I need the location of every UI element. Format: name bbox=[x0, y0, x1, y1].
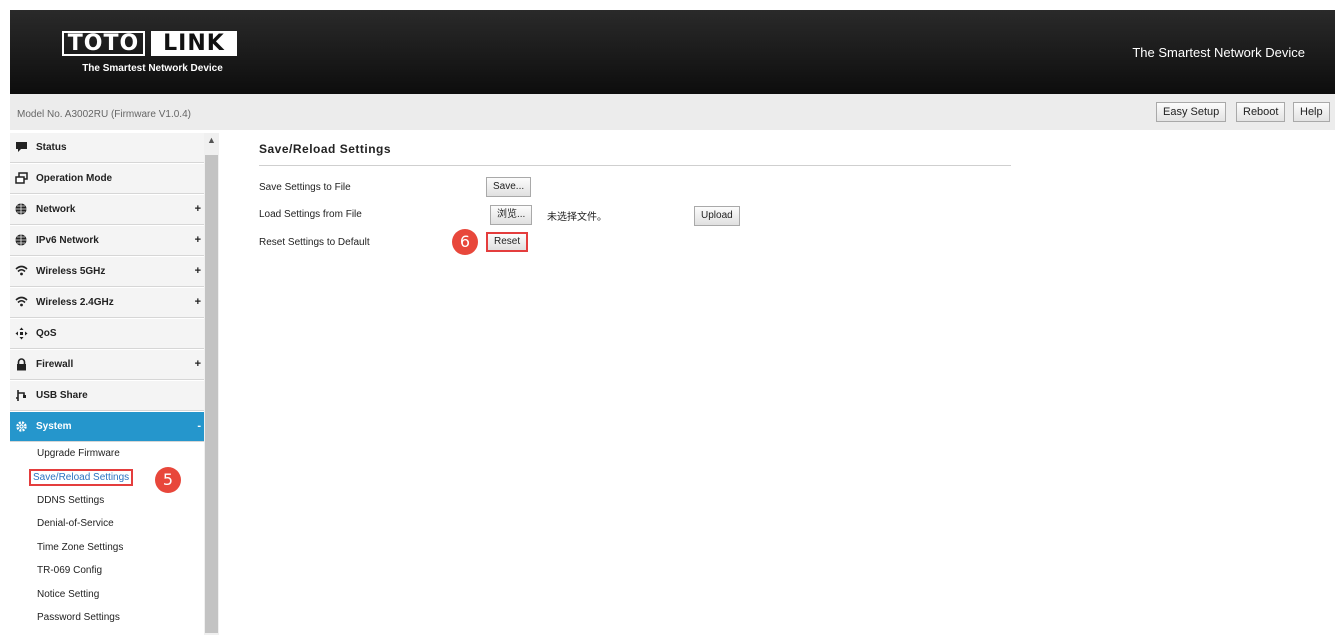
globe-icon bbox=[14, 234, 28, 248]
expand-icon[interactable]: + bbox=[195, 203, 201, 215]
sidebar-item-status[interactable]: Status bbox=[10, 133, 204, 163]
collapse-icon[interactable]: - bbox=[197, 420, 201, 432]
logo-tagline: The Smartest Network Device bbox=[82, 63, 223, 74]
sidebar-item-wireless-24ghz[interactable]: Wireless 2.4GHz + bbox=[10, 288, 204, 318]
sidebar-item-label: Wireless 5GHz bbox=[36, 266, 106, 277]
scroll-up-icon[interactable]: ▲ bbox=[207, 135, 216, 145]
page-title: Save/Reload Settings bbox=[259, 142, 392, 156]
sidebar-item-label: Wireless 2.4GHz bbox=[36, 297, 114, 308]
file-status: 未选择文件。 bbox=[547, 212, 607, 223]
sidebar-item-wireless-5ghz[interactable]: Wireless 5GHz + bbox=[10, 257, 204, 287]
save-button[interactable]: Save... bbox=[486, 177, 532, 197]
sidebar-scrollbar[interactable]: ▲ bbox=[204, 133, 219, 635]
sidebar-item-qos[interactable]: QoS bbox=[10, 319, 204, 349]
title-divider bbox=[259, 165, 1011, 166]
windows-icon bbox=[14, 171, 28, 186]
submenu-denial-of-service[interactable]: Denial-of-Service bbox=[37, 516, 114, 532]
sidebar-item-operation-mode[interactable]: Operation Mode bbox=[10, 164, 204, 194]
sidebar-item-firewall[interactable]: Firewall + bbox=[10, 350, 204, 380]
reset-button[interactable]: Reset bbox=[486, 232, 529, 252]
submenu-tr069-config[interactable]: TR-069 Config bbox=[37, 563, 102, 579]
upload-button[interactable]: Upload bbox=[694, 206, 740, 226]
expand-icon[interactable]: + bbox=[195, 234, 201, 246]
browse-button[interactable]: 浏览... bbox=[490, 205, 533, 225]
submenu-save-reload-settings[interactable]: Save/Reload Settings bbox=[29, 469, 134, 486]
header-slogan: The Smartest Network Device bbox=[1132, 45, 1305, 60]
sidebar-item-label: QoS bbox=[36, 328, 57, 339]
help-button[interactable]: Help bbox=[1293, 102, 1330, 122]
globe-icon bbox=[14, 203, 28, 217]
sidebar-item-system[interactable]: System - bbox=[10, 412, 204, 442]
model-bar: Model No. A3002RU (Firmware V1.0.4) Easy… bbox=[10, 94, 1335, 130]
header-bar: TOTO LINK The Smartest Network Device Th… bbox=[10, 10, 1335, 94]
step-6-badge: 6 bbox=[452, 229, 478, 255]
sidebar-item-ipv6-network[interactable]: IPv6 Network + bbox=[10, 226, 204, 256]
sidebar-item-label: System bbox=[36, 421, 72, 432]
expand-icon[interactable]: + bbox=[195, 265, 201, 277]
gear-icon bbox=[14, 420, 28, 434]
save-settings-label: Save Settings to File bbox=[259, 182, 351, 193]
chat-icon bbox=[14, 141, 28, 155]
reset-settings-label: Reset Settings to Default bbox=[259, 237, 370, 248]
scroll-thumb[interactable] bbox=[205, 155, 218, 633]
usb-icon bbox=[14, 389, 28, 403]
wifi-icon bbox=[14, 296, 28, 310]
model-number: Model No. A3002RU (Firmware V1.0.4) bbox=[17, 109, 191, 120]
sidebar-item-label: Status bbox=[36, 142, 67, 153]
submenu-notice-setting[interactable]: Notice Setting bbox=[37, 587, 99, 603]
sidebar-item-label: Operation Mode bbox=[36, 173, 113, 184]
submenu-ddns-settings[interactable]: DDNS Settings bbox=[37, 493, 104, 509]
sidebar-menu: Status Operation Mode Network + IPv6 Net… bbox=[10, 133, 204, 635]
lock-icon bbox=[14, 357, 28, 372]
submenu-password-settings[interactable]: Password Settings bbox=[37, 610, 120, 626]
logo-link: LINK bbox=[151, 31, 237, 56]
logo-toto: TOTO bbox=[62, 31, 145, 56]
sidebar-item-usb-share[interactable]: USB Share bbox=[10, 381, 204, 411]
sidebar-item-label: IPv6 Network bbox=[36, 235, 99, 246]
sidebar-item-network[interactable]: Network + bbox=[10, 195, 204, 225]
totolink-logo: TOTO LINK The Smartest Network Device bbox=[62, 31, 243, 74]
expand-icon[interactable]: + bbox=[195, 358, 201, 370]
sidebar-item-label: Network bbox=[36, 204, 76, 215]
step-5-badge: 5 bbox=[155, 467, 181, 493]
expand-icon[interactable]: + bbox=[195, 296, 201, 308]
submenu-time-zone-settings[interactable]: Time Zone Settings bbox=[37, 540, 123, 556]
sidebar-item-label: Firewall bbox=[36, 359, 74, 370]
submenu-upgrade-firmware[interactable]: Upgrade Firmware bbox=[37, 446, 120, 462]
qos-icon bbox=[14, 327, 28, 341]
easy-setup-button[interactable]: Easy Setup bbox=[1156, 102, 1227, 122]
sidebar-item-label: USB Share bbox=[36, 390, 88, 401]
reboot-button[interactable]: Reboot bbox=[1236, 102, 1286, 122]
wifi-icon bbox=[14, 265, 28, 279]
load-settings-label: Load Settings from File bbox=[259, 209, 362, 220]
